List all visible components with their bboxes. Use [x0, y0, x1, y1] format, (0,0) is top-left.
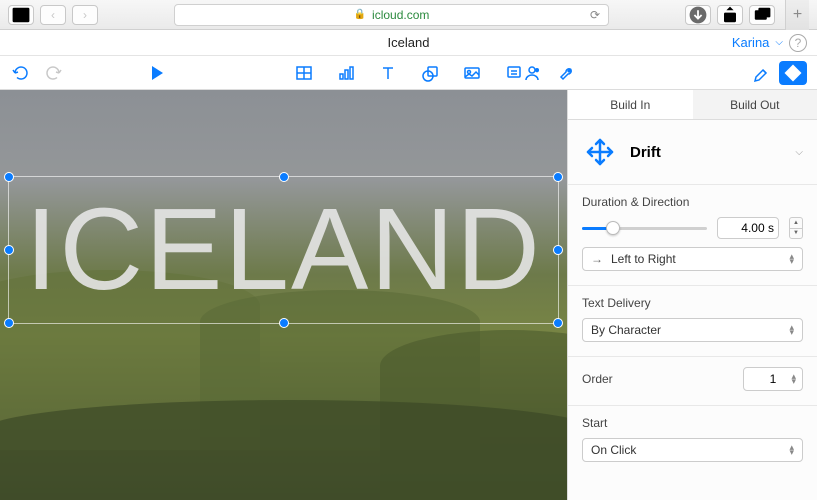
direction-select[interactable]: → Left to Right ▴▾ — [582, 247, 803, 271]
resize-handle[interactable] — [4, 172, 14, 182]
chevron-icon: ▴▾ — [791, 374, 796, 384]
inspector-panel: Build In Build Out Drift ⌵ Duration & Di… — [567, 90, 817, 500]
resize-handle[interactable] — [553, 245, 563, 255]
effect-name: Drift — [630, 144, 783, 161]
resize-handle[interactable] — [279, 318, 289, 328]
selection-box — [8, 176, 559, 324]
media-button[interactable] — [462, 63, 482, 83]
chevron-icon: ▴▾ — [789, 445, 794, 455]
address-bar[interactable]: 🔒 icloud.com ⟳ — [174, 4, 609, 26]
tab-build-in[interactable]: Build In — [568, 90, 693, 119]
collaborate-button[interactable]: + — [522, 63, 542, 83]
redo-button[interactable] — [44, 63, 64, 83]
table-button[interactable] — [294, 63, 314, 83]
tools-button[interactable] — [556, 63, 576, 83]
duration-stepper[interactable]: ▲▼ — [789, 217, 803, 239]
new-tab-button[interactable]: + — [785, 0, 809, 30]
order-label: Order — [582, 372, 613, 386]
forward-button[interactable]: › — [72, 5, 98, 25]
resize-handle[interactable] — [4, 245, 14, 255]
drift-icon — [582, 134, 618, 170]
chart-button[interactable] — [336, 63, 356, 83]
reload-icon[interactable]: ⟳ — [590, 8, 600, 22]
share-button[interactable] — [717, 5, 743, 25]
order-select[interactable]: 1 ▴▾ — [743, 367, 803, 391]
user-menu[interactable]: Karina ⌵ ? — [732, 34, 807, 52]
start-value: On Click — [591, 443, 636, 457]
undo-button[interactable] — [10, 63, 30, 83]
animate-button[interactable] — [779, 61, 807, 85]
slide-canvas[interactable]: ICELAND — [0, 90, 567, 500]
effect-selector[interactable]: Drift ⌵ — [568, 120, 817, 185]
browser-toolbar: ‹ › 🔒 icloud.com ⟳ + — [0, 0, 817, 30]
resize-handle[interactable] — [553, 172, 563, 182]
duration-slider[interactable] — [582, 227, 707, 230]
url-text: icloud.com — [372, 8, 429, 22]
back-button[interactable]: ‹ — [40, 5, 66, 25]
resize-handle[interactable] — [4, 318, 14, 328]
text-delivery-select[interactable]: By Character ▴▾ — [582, 318, 803, 342]
resize-handle[interactable] — [553, 318, 563, 328]
help-button[interactable]: ? — [789, 34, 807, 52]
arrow-right-icon: → — [591, 252, 603, 266]
play-button[interactable] — [152, 66, 163, 80]
user-name: Karina — [732, 35, 770, 50]
chevron-icon: ▴▾ — [789, 254, 794, 264]
duration-field[interactable]: 4.00 s — [717, 217, 779, 239]
start-select[interactable]: On Click ▴▾ — [582, 438, 803, 462]
sidebar-toggle-button[interactable] — [8, 5, 34, 25]
resize-handle[interactable] — [279, 172, 289, 182]
document-title: Iceland — [388, 35, 430, 50]
chevron-down-icon: ⌵ — [775, 37, 783, 48]
chevron-down-icon: ⌵ — [795, 147, 803, 158]
title-bar: Iceland Karina ⌵ ? — [0, 30, 817, 56]
tabs-button[interactable] — [749, 5, 775, 25]
shape-button[interactable] — [420, 63, 440, 83]
app-toolbar: + — [0, 56, 817, 90]
chevron-icon: ▴▾ — [789, 325, 794, 335]
text-button[interactable] — [378, 63, 398, 83]
tab-build-out[interactable]: Build Out — [693, 90, 817, 119]
slider-thumb[interactable] — [606, 221, 620, 235]
direction-value: Left to Right — [611, 252, 676, 266]
text-delivery-value: By Character — [591, 323, 661, 337]
lock-icon: 🔒 — [354, 9, 366, 20]
text-delivery-label: Text Delivery — [582, 296, 803, 310]
order-value: 1 — [770, 372, 777, 386]
duration-label: Duration & Direction — [582, 195, 803, 209]
format-button[interactable] — [751, 63, 771, 83]
downloads-button[interactable] — [685, 5, 711, 25]
comment-button[interactable] — [504, 63, 524, 83]
diamond-icon — [785, 64, 802, 81]
start-label: Start — [582, 416, 803, 430]
